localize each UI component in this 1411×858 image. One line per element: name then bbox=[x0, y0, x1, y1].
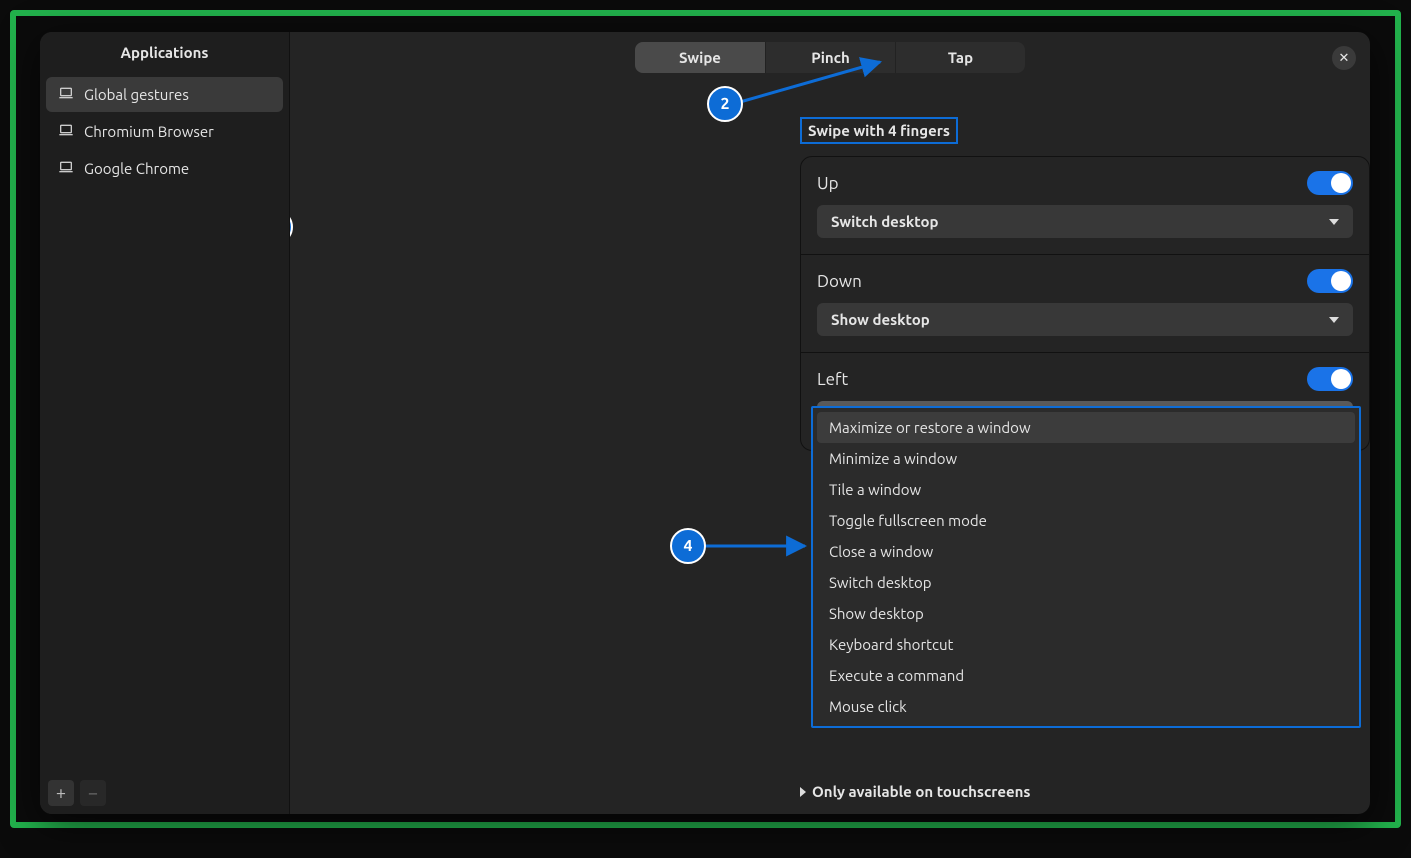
main-panel: SwipePinchTap ✕ Swipe with 4 fingers Up S… bbox=[290, 32, 1370, 814]
toggle-left[interactable] bbox=[1307, 367, 1353, 391]
sidebar-item-label: Global gestures bbox=[84, 86, 189, 103]
chevron-right-icon bbox=[800, 787, 806, 797]
touchscreen-disclosure[interactable]: Only available on touchscreens bbox=[800, 783, 1031, 800]
popup-option[interactable]: Keyboard shortcut bbox=[817, 629, 1355, 660]
section-title: Swipe with 4 fingers bbox=[800, 117, 958, 144]
sidebar-item-google-chrome[interactable]: Google Chrome bbox=[46, 151, 283, 186]
sidebar-item-label: Google Chrome bbox=[84, 160, 189, 177]
popup-option[interactable]: Minimize a window bbox=[817, 443, 1355, 474]
popup-option[interactable]: Tile a window bbox=[817, 474, 1355, 505]
svg-text:4: 4 bbox=[683, 537, 692, 555]
setting-down: Down Show desktop bbox=[801, 255, 1369, 353]
chevron-down-icon bbox=[1329, 317, 1339, 323]
svg-text:2: 2 bbox=[720, 95, 729, 113]
tab-group: SwipePinchTap bbox=[635, 42, 1025, 73]
setting-up: Up Switch desktop bbox=[801, 157, 1369, 255]
chevron-down-icon bbox=[1329, 219, 1339, 225]
popup-option[interactable]: Maximize or restore a window bbox=[817, 412, 1355, 443]
tab-swipe[interactable]: Swipe bbox=[635, 42, 765, 73]
sidebar-footer: + − bbox=[40, 772, 289, 814]
action-select-value: Show desktop bbox=[831, 311, 930, 328]
sidebar-item-label: Chromium Browser bbox=[84, 123, 214, 140]
remove-application-button[interactable]: − bbox=[80, 780, 106, 806]
tab-pinch[interactable]: Pinch bbox=[765, 42, 895, 73]
direction-label: Up bbox=[817, 174, 839, 193]
close-window-button[interactable]: ✕ bbox=[1332, 46, 1356, 70]
add-application-button[interactable]: + bbox=[48, 780, 74, 806]
action-select-value: Switch desktop bbox=[831, 213, 938, 230]
popup-option[interactable]: Switch desktop bbox=[817, 567, 1355, 598]
action-dropdown-popup[interactable]: Maximize or restore a windowMinimize a w… bbox=[811, 406, 1361, 728]
popup-option[interactable]: Toggle fullscreen mode bbox=[817, 505, 1355, 536]
popup-option[interactable]: Show desktop bbox=[817, 598, 1355, 629]
settings-window: Applications Global gestures Chromium Bro… bbox=[40, 32, 1370, 814]
popup-option[interactable]: Execute a command bbox=[817, 660, 1355, 691]
sidebar-item-chromium-browser[interactable]: Chromium Browser bbox=[46, 114, 283, 149]
disclosure-label: Only available on touchscreens bbox=[812, 783, 1031, 800]
toggle-down[interactable] bbox=[1307, 269, 1353, 293]
tab-bar: SwipePinchTap ✕ bbox=[290, 32, 1370, 73]
close-icon: ✕ bbox=[1339, 51, 1350, 66]
action-select-up[interactable]: Switch desktop bbox=[817, 205, 1353, 238]
direction-label: Left bbox=[817, 370, 848, 389]
toggle-up[interactable] bbox=[1307, 171, 1353, 195]
laptop-icon bbox=[58, 122, 74, 141]
popup-option[interactable]: Close a window bbox=[817, 536, 1355, 567]
sidebar-title: Applications bbox=[40, 32, 289, 73]
laptop-icon bbox=[58, 159, 74, 178]
sidebar-item-global-gestures[interactable]: Global gestures bbox=[46, 77, 283, 112]
tab-tap[interactable]: Tap bbox=[895, 42, 1025, 73]
popup-option[interactable]: Mouse click bbox=[817, 691, 1355, 722]
direction-label: Down bbox=[817, 272, 862, 291]
sidebar: Applications Global gestures Chromium Bro… bbox=[40, 32, 290, 814]
sidebar-list: Global gestures Chromium Browser Google Ch… bbox=[40, 73, 289, 772]
action-select-down[interactable]: Show desktop bbox=[817, 303, 1353, 336]
laptop-icon bbox=[58, 85, 74, 104]
